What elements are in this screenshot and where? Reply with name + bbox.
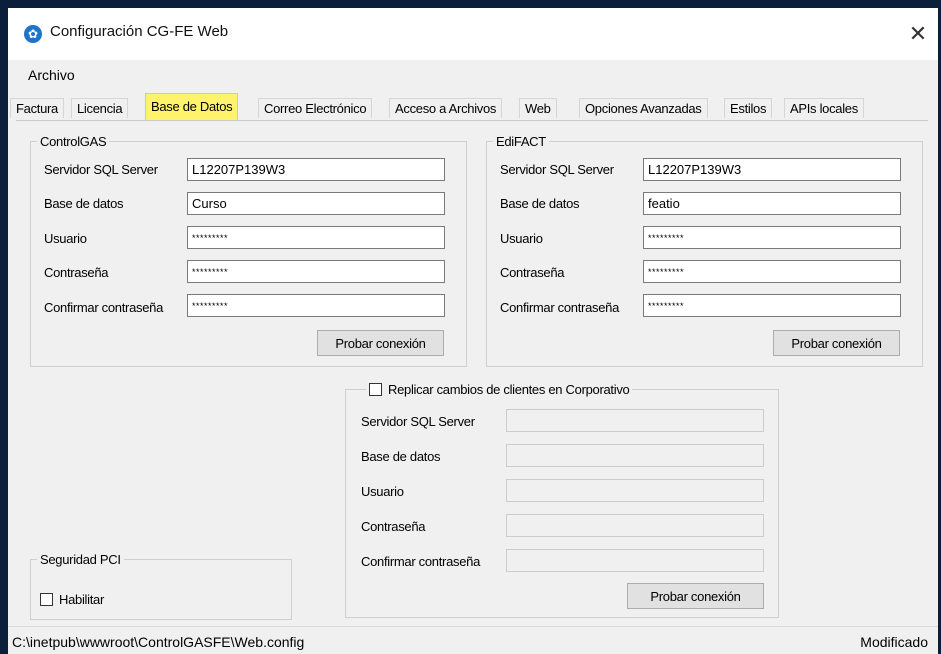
replicar-server-input[interactable] [506, 409, 764, 432]
replicar-db-input[interactable] [506, 444, 764, 467]
edifact-pass-input[interactable] [643, 260, 901, 283]
replicar-confirm-label: Confirmar contraseña [361, 554, 480, 569]
title-bar: ✿ Configuración CG-FE Web ✕ [8, 8, 938, 60]
controlgas-test-button[interactable]: Probar conexión [317, 330, 444, 356]
config-window: ✿ Configuración CG-FE Web ✕ Archivo Fact… [8, 8, 938, 654]
pci-title: Seguridad PCI [40, 552, 121, 567]
tab-apis-locales[interactable]: APIs locales [784, 98, 864, 118]
tab-panel-base-de-datos: ControlGAS Servidor SQL Server Base de d… [16, 120, 928, 627]
controlgas-user-input[interactable] [187, 226, 445, 249]
controlgas-server-label: Servidor SQL Server [44, 162, 158, 177]
edifact-user-input[interactable] [643, 226, 901, 249]
tab-base-de-datos[interactable]: Base de Datos [145, 93, 239, 120]
menu-bar: Archivo [8, 60, 938, 92]
controlgas-confirm-input[interactable] [187, 294, 445, 317]
edifact-db-input[interactable] [643, 192, 901, 215]
edifact-confirm-input[interactable] [643, 294, 901, 317]
menu-archivo[interactable]: Archivo [28, 67, 75, 83]
edifact-server-input[interactable] [643, 158, 901, 181]
controlgas-server-input[interactable] [187, 158, 445, 181]
controlgas-db-input[interactable] [187, 192, 445, 215]
window-title: Configuración CG-FE Web [50, 23, 229, 40]
tab-factura[interactable]: Factura [10, 98, 64, 118]
status-config-path: C:\inetpub\wwwroot\ControlGASFE\Web.conf… [12, 634, 305, 650]
tab-licencia[interactable]: Licencia [71, 98, 129, 118]
replicar-db-label: Base de datos [361, 449, 441, 464]
edifact-title: EdiFACT [496, 134, 546, 149]
status-bar: C:\inetpub\wwwroot\ControlGASFE\Web.conf… [8, 626, 938, 654]
controlgas-confirm-label: Confirmar contraseña [44, 300, 163, 315]
replicar-pass-label: Contraseña [361, 519, 426, 534]
edifact-pass-label: Contraseña [500, 265, 565, 280]
tab-web[interactable]: Web [519, 98, 557, 118]
replicar-user-label: Usuario [361, 484, 404, 499]
tab-opciones-avanzadas[interactable]: Opciones Avanzadas [579, 98, 708, 118]
pci-enable-label: Habilitar [59, 592, 104, 607]
replicar-user-input[interactable] [506, 479, 764, 502]
pci-enable-checkbox[interactable] [40, 593, 53, 606]
controlgas-title: ControlGAS [40, 134, 107, 149]
controlgas-pass-label: Contraseña [44, 265, 109, 280]
gear-icon: ✿ [24, 25, 42, 43]
replicar-pass-input[interactable] [506, 514, 764, 537]
tab-strip: Factura Licencia Base de Datos Correo El… [8, 92, 938, 120]
close-button[interactable]: ✕ [898, 16, 938, 52]
replicar-checkbox-label: Replicar cambios de clientes en Corporat… [388, 382, 630, 397]
edifact-confirm-label: Confirmar contraseña [500, 300, 619, 315]
pci-group: Seguridad PCI [30, 552, 292, 620]
controlgas-db-label: Base de datos [44, 196, 124, 211]
edifact-user-label: Usuario [500, 231, 543, 246]
replicar-confirm-input[interactable] [506, 549, 764, 572]
edifact-server-label: Servidor SQL Server [500, 162, 614, 177]
controlgas-user-label: Usuario [44, 231, 87, 246]
tab-estilos[interactable]: Estilos [724, 98, 773, 118]
edifact-test-button[interactable]: Probar conexión [773, 330, 900, 356]
replicar-checkbox[interactable] [369, 383, 382, 396]
controlgas-pass-input[interactable] [187, 260, 445, 283]
tab-acceso-a-archivos[interactable]: Acceso a Archivos [389, 98, 503, 118]
replicar-test-button[interactable]: Probar conexión [627, 583, 764, 609]
replicar-legend: Replicar cambios de clientes en Corporat… [366, 382, 632, 397]
status-state: Modificado [860, 634, 928, 650]
edifact-db-label: Base de datos [500, 196, 580, 211]
replicar-server-label: Servidor SQL Server [361, 414, 475, 429]
pci-enable-option[interactable]: Habilitar [40, 592, 104, 607]
tab-correo-electronico[interactable]: Correo Electrónico [258, 98, 373, 118]
